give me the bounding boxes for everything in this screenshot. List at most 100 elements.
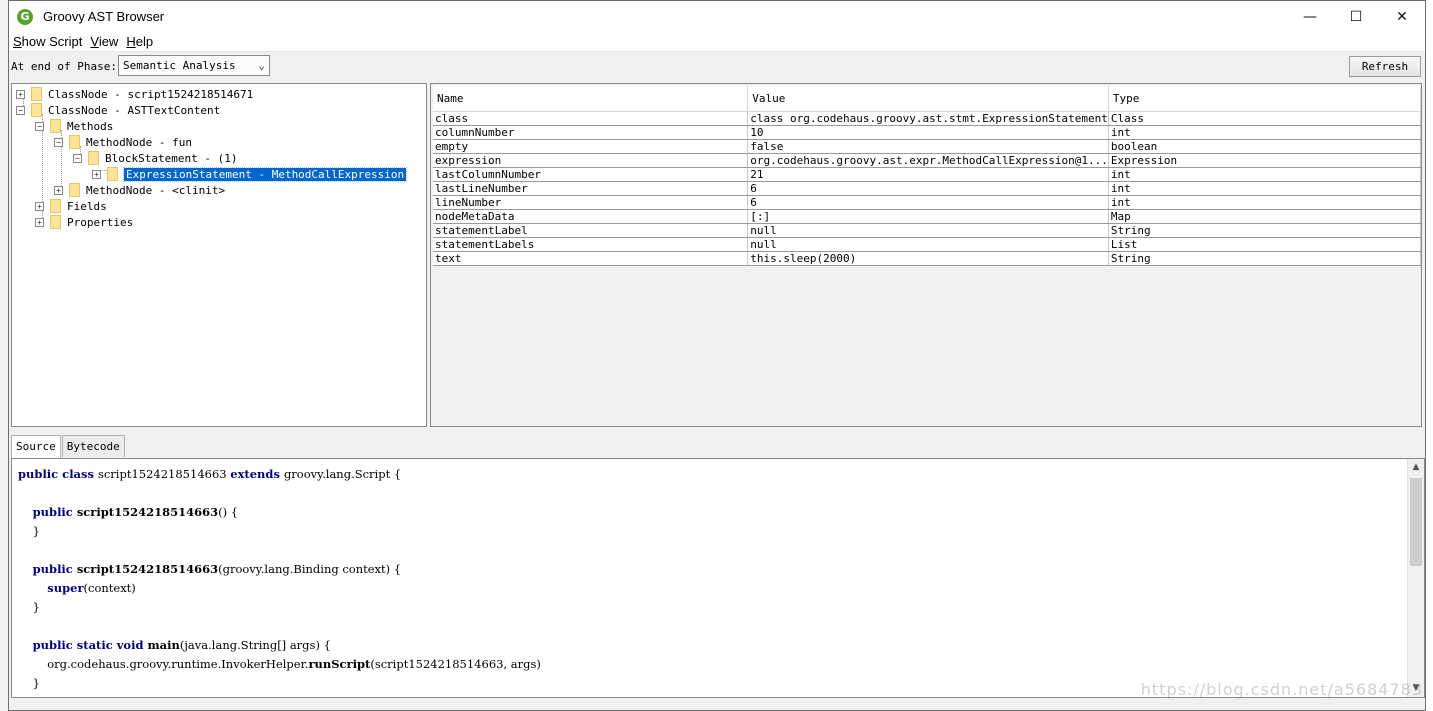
scroll-up-icon[interactable]: ▲ (1408, 459, 1424, 476)
cell-name: empty (433, 139, 749, 154)
expand-icon[interactable]: + (35, 201, 44, 211)
tree-node-selected[interactable]: + ExpressionStatement - MethodCallExpres… (92, 166, 408, 182)
tree-node[interactable]: + Properties (35, 214, 133, 230)
table-row[interactable]: lastLineNumber 6 int (433, 181, 1421, 196)
watermark: https://blog.csdn.net/a5684783 (1140, 680, 1423, 699)
folder-icon (50, 215, 61, 229)
collapse-icon[interactable]: − (16, 105, 25, 115)
table-row[interactable]: class class org.codehaus.groovy.ast.stmt.… (433, 111, 1421, 126)
table-row[interactable]: columnNumber 10 int (433, 125, 1421, 140)
column-header-type[interactable]: Type (1108, 86, 1421, 112)
tree-node-label: Fields (67, 199, 107, 213)
source-view[interactable]: public class script1524218514663 extends… (11, 458, 1425, 698)
code-token: main (147, 638, 180, 652)
cell-type: Class (1108, 111, 1421, 126)
window-controls: — ☐ ✕ (1287, 1, 1425, 32)
collapse-icon[interactable]: − (73, 153, 82, 163)
table-row[interactable]: nodeMetaData [:] Map (433, 209, 1421, 224)
expand-icon[interactable]: + (16, 89, 25, 99)
vertical-scrollbar[interactable]: ▲ ▼ (1407, 459, 1424, 697)
minimize-button[interactable]: — (1287, 1, 1333, 32)
menu-show-script[interactable]: Show Script (13, 34, 82, 49)
column-header-name[interactable]: Name (433, 86, 749, 112)
expand-icon[interactable]: + (54, 185, 63, 195)
code-line: } (18, 598, 541, 617)
tree-node[interactable]: − MethodNode - fun (54, 134, 192, 150)
cell-type: Map (1108, 209, 1421, 224)
menu-mnemonic: H (126, 34, 136, 49)
expand-icon[interactable]: + (92, 169, 101, 179)
tree-node-label: ExpressionStatement - MethodCallExpressi… (122, 166, 408, 182)
cell-value: 6 (747, 195, 1109, 210)
code-token: (script1524218514663, args) (370, 657, 541, 671)
source-code: public class script1524218514663 extends… (18, 465, 541, 693)
column-header-value[interactable]: Value (747, 86, 1109, 112)
tree-node[interactable]: + Fields (35, 198, 107, 214)
tree-node-label: MethodNode - fun (86, 135, 192, 149)
cell-name: class (433, 111, 749, 126)
menu-mnemonic: V (90, 34, 99, 49)
menu-view[interactable]: View (90, 34, 118, 49)
tree-node[interactable]: + ClassNode - script1524218514671 (16, 86, 253, 102)
background-window-strip (0, 0, 8, 711)
cell-name: lastLineNumber (433, 181, 749, 196)
phase-select-value: Semantic Analysis (123, 59, 236, 72)
refresh-button[interactable]: Refresh (1349, 56, 1421, 77)
app-window: G Groovy AST Browser — ☐ ✕ Show Script V… (8, 0, 1426, 711)
collapse-icon[interactable]: − (54, 137, 63, 147)
ast-tree[interactable]: + ClassNode - script1524218514671 − Clas… (11, 83, 427, 427)
tree-node[interactable]: − Methods (35, 118, 113, 134)
phase-select[interactable]: Semantic Analysis ⌄ (118, 55, 270, 76)
code-line: org.codehaus.groovy.runtime.InvokerHelpe… (18, 655, 541, 674)
tree-node-label: Methods (67, 119, 114, 133)
code-line: public script1524218514663(groovy.lang.B… (18, 560, 541, 579)
code-token: (groovy.lang.Binding context) { (218, 562, 402, 576)
scrollbar-thumb[interactable] (1410, 478, 1422, 566)
tab-bytecode[interactable]: Bytecode (61, 435, 125, 457)
folder-icon (69, 183, 80, 197)
tree-node[interactable]: + MethodNode - <clinit> (54, 182, 225, 198)
code-token: } (18, 676, 40, 690)
collapse-icon[interactable]: − (35, 121, 44, 131)
table-row[interactable]: statementLabel null String (433, 223, 1421, 238)
tree-node-label: Properties (67, 215, 134, 229)
cell-value: null (747, 223, 1109, 238)
cell-name: lastColumnNumber (433, 167, 749, 182)
code-keyword: super (47, 581, 84, 595)
properties-table: Name Value Type class class org.codehaus.… (433, 86, 1421, 266)
tab-source[interactable]: Source (11, 435, 61, 458)
phase-label: At end of Phase: (11, 60, 117, 73)
cell-value: class org.codehaus.groovy.ast.stmt.Expre… (747, 111, 1109, 126)
expand-icon[interactable]: + (35, 217, 44, 227)
table-row[interactable]: lineNumber 6 int (433, 195, 1421, 210)
code-token: script1524218514663 (76, 505, 219, 519)
code-token: script1524218514663 (97, 467, 231, 481)
table-row[interactable]: text this.sleep(2000) String (433, 251, 1421, 266)
table-row[interactable]: expression org.codehaus.groovy.ast.expr.M… (433, 153, 1421, 168)
folder-icon (50, 119, 61, 133)
code-token: groovy.lang.Script { (283, 467, 402, 481)
code-token: } (18, 524, 40, 538)
folder-icon (31, 87, 42, 101)
tree-node[interactable]: − ClassNode - ASTTextContent (16, 102, 220, 118)
table-row[interactable]: lastColumnNumber 21 int (433, 167, 1421, 182)
close-button[interactable]: ✕ (1379, 1, 1425, 32)
cell-name: text (433, 251, 749, 266)
cell-value: 10 (747, 125, 1109, 140)
code-token: script1524218514663 (76, 562, 219, 576)
folder-icon (31, 103, 42, 117)
code-token: org.codehaus.groovy.runtime.InvokerHelpe… (18, 657, 309, 671)
groovy-app-icon: G (17, 8, 33, 25)
tree-node[interactable]: − BlockStatement - (1) (73, 150, 237, 166)
cell-name: statementLabel (433, 223, 749, 238)
folder-icon (107, 167, 118, 181)
table-row[interactable]: statementLabels null List (433, 237, 1421, 252)
menu-help[interactable]: Help (126, 34, 153, 49)
code-line: public class script1524218514663 extends… (18, 465, 541, 484)
table-row[interactable]: empty false boolean (433, 139, 1421, 154)
tree-node-label: MethodNode - <clinit> (86, 183, 226, 197)
maximize-button[interactable]: ☐ (1333, 1, 1379, 32)
